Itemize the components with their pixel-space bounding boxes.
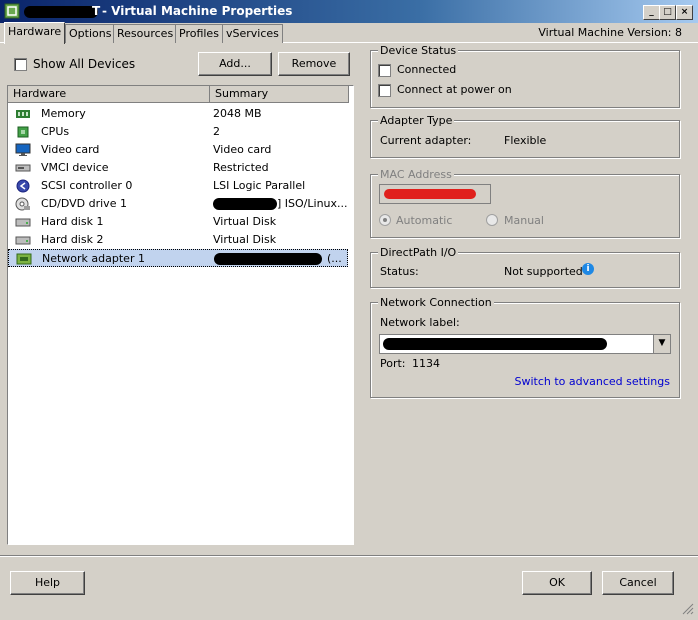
network-label-label: Network label:	[380, 316, 460, 329]
cd-drive-icon	[15, 197, 31, 211]
hard-disk-icon	[15, 215, 31, 229]
redacted-mac	[384, 189, 476, 199]
row-name: Hard disk 2	[41, 233, 104, 246]
hard-disk-icon	[15, 233, 31, 247]
close-button[interactable]: ×	[676, 5, 693, 20]
row-name: CPUs	[41, 125, 70, 138]
directpath-status-label: Status:	[380, 265, 419, 278]
port-value: 1134	[412, 357, 440, 370]
network-connection-legend: Network Connection	[378, 296, 494, 309]
add-button[interactable]: Add...	[198, 52, 272, 76]
manual-radio[interactable]	[486, 214, 498, 226]
connect-at-power-on-label: Connect at power on	[397, 83, 512, 96]
row-summary: ] ISO/Linux...	[277, 197, 348, 210]
remove-button[interactable]: Remove	[278, 52, 350, 76]
network-adapter-icon	[16, 252, 32, 266]
window-title: - Virtual Machine Properties	[102, 4, 293, 18]
row-name: CD/DVD drive 1	[41, 197, 127, 210]
adapter-type-legend: Adapter Type	[378, 114, 455, 127]
port-label: Port:	[380, 357, 406, 370]
device-status-legend: Device Status	[378, 44, 459, 57]
chevron-down-icon[interactable]: ▼	[653, 335, 670, 353]
network-label-select[interactable]: ▼	[379, 334, 671, 354]
row-name: Hard disk 1	[41, 215, 104, 228]
monitor-icon	[15, 143, 31, 157]
connected-label: Connected	[397, 63, 457, 76]
row-summary: Virtual Disk	[213, 215, 277, 228]
hardware-row-vmci-device[interactable]: VMCI device Restricted	[8, 159, 348, 177]
row-summary: (...	[327, 252, 342, 265]
memory-icon	[15, 107, 31, 121]
directpath-status-value: Not supported	[504, 265, 583, 278]
info-icon[interactable]: i	[582, 263, 594, 275]
title-prefix: T	[92, 4, 101, 18]
row-name: VMCI device	[41, 161, 109, 174]
directpath-legend: DirectPath I/O	[378, 246, 459, 259]
device-icon	[15, 161, 31, 175]
row-name: Video card	[41, 143, 100, 156]
redacted-datastore	[213, 198, 277, 210]
column-header-hardware[interactable]: Hardware	[8, 86, 210, 103]
window-title-text: Virtual Machine Properties	[111, 4, 293, 18]
hardware-row-cd-dvd-drive[interactable]: CD/DVD drive 1 ] ISO/Linux...	[8, 195, 348, 213]
current-adapter-value: Flexible	[504, 134, 547, 147]
connected-checkbox[interactable]	[378, 64, 391, 77]
hardware-list[interactable]: Hardware Summary Memory 2048 MB CPUs 2 V…	[7, 85, 354, 545]
hardware-row-video-card[interactable]: Video card Video card	[8, 141, 348, 159]
cancel-button[interactable]: Cancel	[602, 571, 674, 595]
hardware-row-hard-disk-1[interactable]: Hard disk 1 Virtual Disk	[8, 213, 348, 231]
hardware-row-memory[interactable]: Memory 2048 MB	[8, 105, 348, 123]
hardware-row-cpus[interactable]: CPUs 2	[8, 123, 348, 141]
row-name: Network adapter 1	[42, 252, 145, 265]
tab-options[interactable]: Options	[65, 24, 116, 43]
cpu-icon	[15, 125, 31, 139]
row-summary: Video card	[213, 143, 272, 156]
automatic-label: Automatic	[396, 214, 453, 227]
tab-profiles[interactable]: Profiles	[175, 24, 223, 43]
help-button[interactable]: Help	[10, 571, 85, 595]
switch-advanced-settings-link[interactable]: Switch to advanced settings	[514, 375, 670, 388]
device-status-group	[370, 50, 680, 108]
show-all-devices-checkbox[interactable]	[14, 58, 27, 71]
tab-hardware[interactable]: Hardware	[4, 22, 66, 44]
connect-at-power-on-checkbox[interactable]	[378, 84, 391, 97]
hardware-row-hard-disk-2[interactable]: Hard disk 2 Virtual Disk	[8, 231, 348, 249]
hardware-row-network-adapter[interactable]: Network adapter 1 (...	[8, 249, 348, 267]
manual-label: Manual	[504, 214, 544, 227]
row-summary: 2	[213, 125, 220, 138]
vm-version: Virtual Machine Version: 8	[538, 26, 682, 39]
hardware-row-scsi-controller[interactable]: SCSI controller 0 LSI Logic Parallel	[8, 177, 348, 195]
tab-resources[interactable]: Resources	[113, 24, 178, 43]
mac-address-field[interactable]	[379, 184, 491, 204]
current-adapter-label: Current adapter:	[380, 134, 472, 147]
row-summary: Restricted	[213, 161, 269, 174]
row-summary: 2048 MB	[213, 107, 262, 120]
show-all-devices-label: Show All Devices	[33, 57, 136, 71]
row-name: Memory	[41, 107, 86, 120]
tab-vservices[interactable]: vServices	[222, 24, 283, 43]
resize-grip-icon[interactable]	[682, 603, 694, 615]
maximize-button[interactable]: □	[659, 5, 676, 20]
redacted-vm-name	[24, 6, 98, 18]
scsi-icon	[15, 179, 31, 193]
redacted-network-label	[383, 338, 607, 350]
column-header-summary[interactable]: Summary	[210, 86, 349, 103]
row-name: SCSI controller 0	[41, 179, 133, 192]
minimize-button[interactable]: _	[643, 5, 660, 20]
ok-button[interactable]: OK	[522, 571, 592, 595]
row-summary: Virtual Disk	[213, 233, 277, 246]
footer-divider	[0, 555, 698, 556]
row-summary: LSI Logic Parallel	[213, 179, 306, 192]
vm-app-icon	[4, 3, 20, 19]
mac-address-legend: MAC Address	[378, 168, 454, 181]
automatic-radio[interactable]	[379, 214, 391, 226]
redacted-network	[214, 253, 322, 265]
